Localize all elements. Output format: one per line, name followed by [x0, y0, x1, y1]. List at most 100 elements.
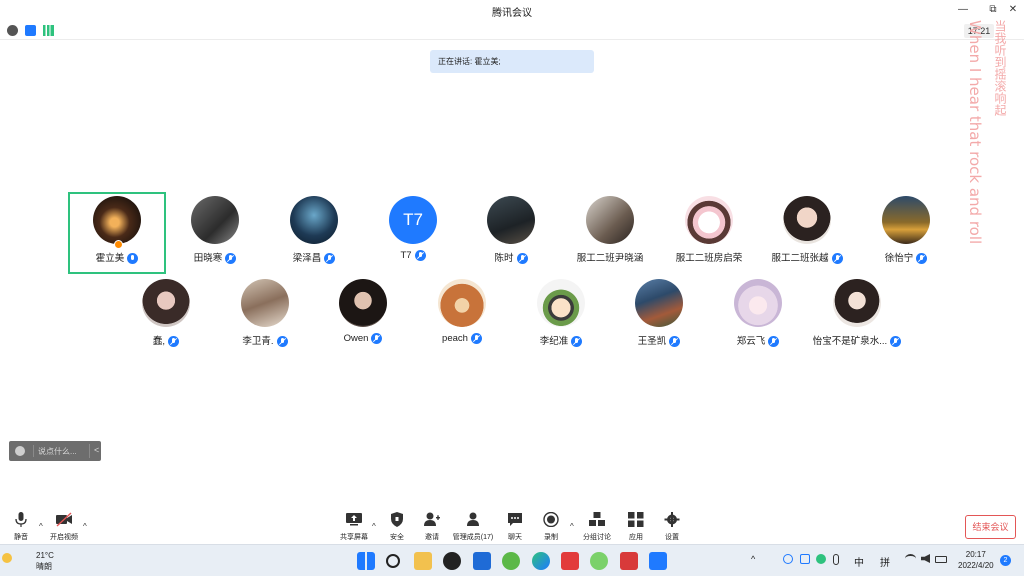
participant-name: Owen	[343, 333, 369, 345]
clock-date: 2022/4/20	[958, 561, 994, 570]
chat-button[interactable]: 聊天	[495, 510, 535, 544]
tray-app-icon[interactable]	[816, 554, 826, 564]
minimize-button[interactable]: —	[952, 2, 974, 18]
edge-icon[interactable]	[532, 552, 550, 570]
file-explorer-icon[interactable]	[414, 552, 432, 570]
share-options-chevron-icon[interactable]: ^	[372, 522, 376, 531]
avatar	[783, 196, 831, 244]
participant-name: 郑云飞	[736, 336, 766, 347]
chat-input-bar[interactable]: 说点什么... <	[9, 441, 101, 461]
record-icon	[543, 512, 559, 527]
mic-muted-icon	[414, 250, 426, 261]
participant-name-row: Owen	[314, 333, 412, 344]
participant-name: 蠢,	[152, 336, 166, 347]
weather-condition: 晴朗	[36, 562, 52, 571]
participant-name-row: 蠢,	[117, 333, 215, 347]
emoji-icon[interactable]	[15, 446, 25, 456]
participant-tile[interactable]: 陈时	[462, 192, 560, 274]
participant-tile[interactable]: 服工二班尹晓涵	[561, 192, 659, 274]
share-screen-button[interactable]: 共享屏幕	[334, 510, 374, 544]
ime-chinese-indicator[interactable]: 中	[854, 554, 864, 569]
participant-name: 梁泽昌	[292, 253, 322, 264]
start-icon[interactable]	[357, 552, 375, 570]
wechat-icon[interactable]	[590, 552, 608, 570]
participant-tile[interactable]: 徐怡宁	[857, 192, 955, 274]
tray-app-icon[interactable]	[800, 554, 810, 564]
mic-muted-icon	[470, 333, 482, 344]
participant-tile[interactable]: 李纪准	[512, 275, 610, 357]
participant-tile[interactable]: 蠢,	[117, 275, 215, 357]
avatar	[734, 279, 782, 327]
mic-muted-icon	[324, 252, 336, 264]
tray-app-icon[interactable]	[783, 554, 793, 564]
weather-moon-icon[interactable]	[2, 553, 12, 563]
security-button[interactable]: 安全	[377, 510, 417, 544]
video-label: 开启视频	[50, 534, 78, 541]
mic-muted-icon	[768, 335, 780, 347]
breakout-button[interactable]: 分组讨论	[577, 510, 617, 544]
apps-grid-icon	[628, 512, 644, 527]
invite-button[interactable]: 邀请	[412, 510, 452, 544]
participant-name: 服工二班房启荣	[675, 253, 743, 264]
participant-tile[interactable]: peach	[413, 275, 511, 357]
temperature: 21°C	[36, 551, 54, 560]
tencent-meeting-icon[interactable]	[649, 552, 667, 570]
participant-tile[interactable]: 王圣凯	[610, 275, 708, 357]
video-options-chevron-icon[interactable]: ^	[83, 522, 87, 531]
shield-icon[interactable]	[25, 25, 36, 36]
participant-tile[interactable]: 服工二班房启荣	[660, 192, 758, 274]
participant-tile[interactable]: 李卫青.	[216, 275, 314, 357]
notification-badge[interactable]: 2	[1000, 555, 1011, 566]
browser-icon[interactable]	[502, 552, 520, 570]
system-clock[interactable]: 20:17 2022/4/20	[958, 549, 994, 571]
participant-tile[interactable]: 怡宝不是矿泉水...	[808, 275, 906, 357]
mic-muted-icon	[571, 335, 583, 347]
mute-button[interactable]: 静音	[1, 510, 41, 544]
ime-pinyin-indicator[interactable]: 拼	[880, 554, 890, 569]
participant-tile[interactable]: Owen	[314, 275, 412, 357]
participant-tile[interactable]: 梁泽昌	[265, 192, 363, 274]
avatar	[635, 279, 683, 327]
mic-tray-icon[interactable]	[833, 554, 839, 565]
gear-icon	[664, 512, 680, 527]
mic-muted-icon	[168, 335, 180, 347]
chat-placeholder[interactable]: 说点什么...	[38, 446, 77, 457]
dell-icon[interactable]	[443, 552, 461, 570]
wifi-icon[interactable]	[905, 554, 916, 563]
video-button[interactable]: 开启视频	[43, 510, 85, 544]
mail-icon[interactable]	[473, 552, 491, 570]
search-icon[interactable]	[386, 554, 400, 568]
show-hidden-icons-chevron-icon[interactable]: ^	[751, 554, 755, 564]
participant-tile[interactable]: 霍立美	[68, 192, 166, 274]
avatar	[241, 279, 289, 327]
title-bar: 腾讯会议 — ⧉ ✕	[0, 0, 1024, 20]
microphone-icon	[15, 512, 27, 527]
members-icon	[467, 512, 479, 526]
battery-icon[interactable]	[935, 556, 947, 563]
divider	[33, 445, 34, 457]
info-icon[interactable]	[7, 25, 18, 36]
participant-tile[interactable]: T7 T7	[364, 192, 462, 274]
participant-name: T7	[400, 250, 412, 262]
settings-button[interactable]: 设置	[652, 510, 692, 544]
participant-name: 服工二班尹晓涵	[576, 253, 644, 264]
netease-music-icon[interactable]	[561, 552, 579, 570]
avatar	[142, 279, 190, 327]
participant-tile[interactable]: 服工二班张越	[758, 192, 856, 274]
manage-members-button[interactable]: 管理成员(17)	[449, 510, 497, 544]
end-meeting-button[interactable]: 结束会议	[965, 515, 1016, 539]
record-options-chevron-icon[interactable]: ^	[570, 522, 574, 531]
signal-icon[interactable]	[43, 25, 54, 36]
volume-icon[interactable]	[921, 554, 930, 563]
wps-icon[interactable]	[620, 552, 638, 570]
weather-widget[interactable]: 21°C 晴朗	[36, 550, 54, 572]
record-button[interactable]: 录制	[531, 510, 571, 544]
collapse-chat-icon[interactable]: <	[94, 445, 99, 455]
participant-name-row: peach	[413, 333, 511, 344]
info-bar	[0, 20, 1024, 40]
participant-tile[interactable]: 田晓寒	[166, 192, 264, 274]
close-button[interactable]: ✕	[1002, 2, 1024, 18]
restore-button[interactable]: ⧉	[982, 2, 1004, 18]
apps-button[interactable]: 应用	[616, 510, 656, 544]
participant-tile[interactable]: 郑云飞	[709, 275, 807, 357]
